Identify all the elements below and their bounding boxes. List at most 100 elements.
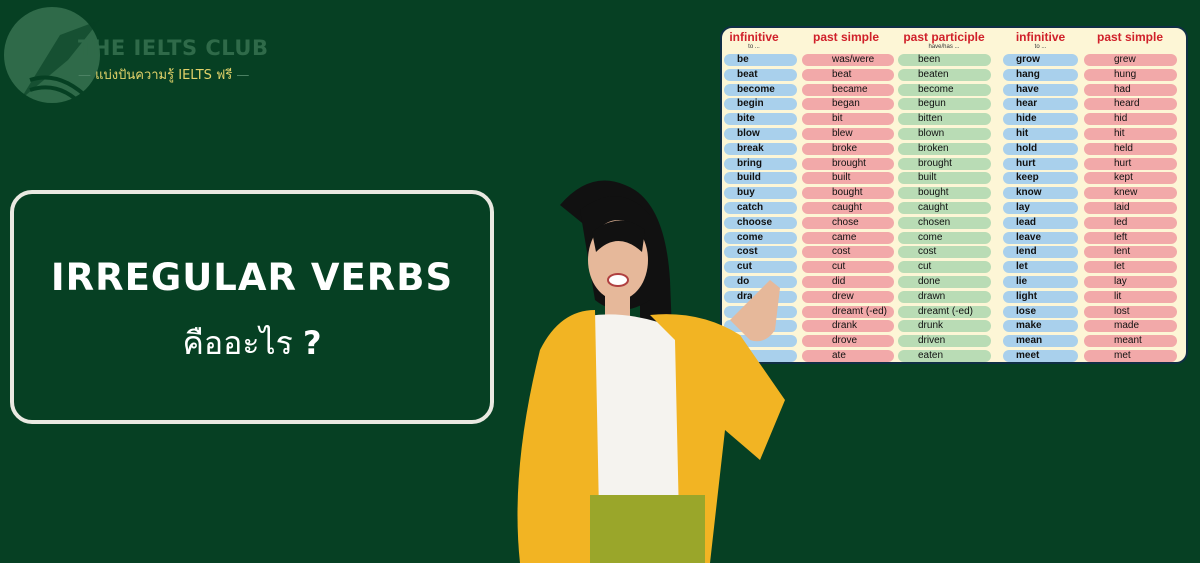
logo-subtitle: — แบ่งปันความรู้ IELTS ฟรี —: [78, 68, 250, 83]
verb-cell: bought: [802, 187, 894, 200]
verb-cell: drank: [802, 320, 894, 333]
verb-cell: did: [802, 276, 894, 288]
column-header: infinitive: [1015, 30, 1066, 44]
logo-title: THE IELTS CLUB: [78, 36, 269, 60]
verb-cell: was/were: [802, 54, 894, 66]
verb-cell: lent: [1084, 246, 1177, 259]
woman-pointing-illustration: [517, 180, 785, 563]
verb-cell: lose: [1003, 305, 1078, 318]
verb-cell: broken: [898, 142, 991, 155]
verb-cell: hide: [1003, 113, 1078, 126]
verb-cell: know: [1003, 187, 1078, 200]
verb-cell: eaten: [898, 350, 991, 362]
verb-cell: chosen: [898, 216, 991, 229]
verb-cell: grew: [1084, 54, 1177, 66]
verb-cell: let: [1003, 261, 1078, 274]
verb-cell: hit: [1003, 128, 1078, 140]
verb-cell: keep: [1003, 172, 1078, 185]
verb-cell: cost: [802, 246, 894, 259]
verb-cell: lie: [1003, 276, 1078, 288]
verb-cell: drawn: [898, 290, 991, 303]
verb-cell: bit: [802, 113, 894, 126]
column-subheader: to ...: [748, 44, 760, 50]
verb-cell: lay: [1084, 276, 1177, 288]
verb-cell: had: [1084, 83, 1177, 96]
column-header: past simple: [1096, 30, 1164, 44]
headline-box: IRREGULAR VERBS คืออะไร ?: [10, 190, 494, 424]
verb-cell: bought: [898, 187, 991, 200]
verb-cell: blow: [724, 128, 797, 140]
verb-cell: begun: [898, 98, 991, 111]
verb-cell: built: [898, 172, 991, 185]
verb-cell: blew: [802, 128, 894, 140]
verb-cell: hold: [1003, 142, 1078, 155]
verb-cell: leave: [1003, 231, 1078, 244]
verb-cell: knew: [1084, 187, 1177, 200]
verb-cell: broke: [802, 142, 894, 155]
verb-cell: laid: [1084, 202, 1177, 214]
verb-cell: cut: [898, 261, 991, 274]
verb-cell: hang: [1003, 68, 1078, 81]
verb-cell: began: [802, 98, 894, 111]
verb-cell: bring: [724, 157, 797, 170]
verb-cell: made: [1084, 320, 1177, 333]
verb-cell: dreamt (-ed): [898, 305, 991, 318]
verb-cell: drew: [802, 290, 894, 303]
verb-cell: cost: [898, 246, 991, 259]
verb-cell: ate: [802, 350, 894, 362]
verb-cell: hear: [1003, 98, 1078, 111]
verb-cell: held: [1084, 142, 1177, 155]
verb-cell: hit: [1084, 128, 1177, 140]
verb-cell: hung: [1084, 68, 1177, 81]
column-subheader: to ...: [1034, 44, 1047, 50]
verb-cell: beat: [724, 68, 797, 81]
verb-cell: meet: [1003, 350, 1078, 362]
verb-cell: chose: [802, 216, 894, 229]
verb-cell: heard: [1084, 98, 1177, 111]
verb-cell: came: [802, 231, 894, 244]
verb-cell: grow: [1003, 54, 1078, 66]
verb-cell: become: [724, 83, 797, 96]
headline-subtitle: คืออะไร ?: [182, 324, 322, 362]
verb-cell: drove: [802, 335, 894, 348]
column-header: past participle: [903, 30, 985, 44]
verb-cell: come: [898, 231, 991, 244]
verb-cell: make: [1003, 320, 1078, 333]
verb-cell: have: [1003, 83, 1078, 96]
verb-cell: kept: [1084, 172, 1177, 185]
verb-cell: mean: [1003, 335, 1078, 348]
verb-cell: let: [1084, 261, 1177, 274]
column-subheader: have/has ...: [928, 44, 960, 50]
verb-cell: blown: [898, 128, 991, 140]
verb-cell: hurt: [1084, 157, 1177, 170]
verb-cell: light: [1003, 290, 1078, 303]
verb-cell: beat: [802, 68, 894, 81]
verb-cell: caught: [802, 202, 894, 214]
column-header: past simple: [812, 30, 880, 44]
verb-cell: hid: [1084, 113, 1177, 126]
logo: THE IELTS CLUB — แบ่งปันความรู้ IELTS ฟร…: [0, 0, 300, 110]
verb-cell: done: [898, 276, 991, 288]
verb-cell: became: [802, 83, 894, 96]
verb-cell: hurt: [1003, 157, 1078, 170]
verb-cell: built: [802, 172, 894, 185]
verb-cell: brought: [898, 157, 991, 170]
verb-cell: lit: [1084, 290, 1177, 303]
verb-cell: brought: [802, 157, 894, 170]
verb-cell: caught: [898, 202, 991, 214]
verb-cell: be: [724, 54, 797, 66]
verb-cell: drunk: [898, 320, 991, 333]
verb-cell: lost: [1084, 305, 1177, 318]
verb-cell: meant: [1084, 335, 1177, 348]
verb-cell: lend: [1003, 246, 1078, 259]
verb-cell: begin: [724, 98, 797, 111]
verb-cell: beaten: [898, 68, 991, 81]
verb-cell: driven: [898, 335, 991, 348]
verb-cell: met: [1084, 350, 1177, 362]
verb-cell: bite: [724, 113, 797, 126]
verb-cell: led: [1084, 216, 1177, 229]
verb-cell: left: [1084, 231, 1177, 244]
verb-cell: lay: [1003, 202, 1078, 214]
verb-cell: break: [724, 142, 797, 155]
verb-cell: bitten: [898, 113, 991, 126]
